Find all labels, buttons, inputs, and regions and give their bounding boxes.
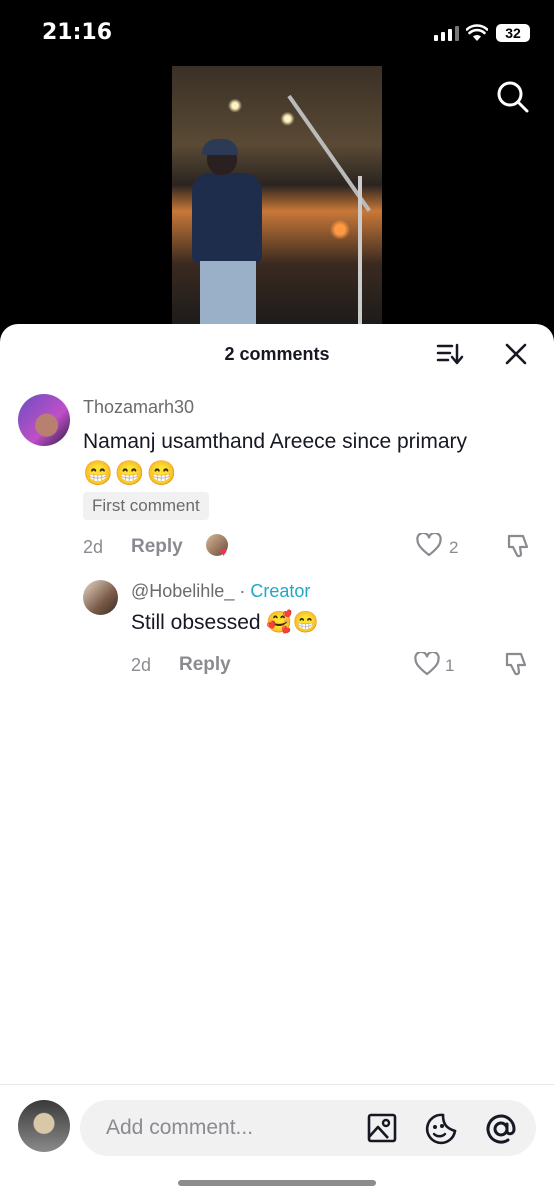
reply-time: 2d <box>131 655 152 675</box>
reply-text: Still obsessed 🥰😁 <box>131 611 319 634</box>
image-icon[interactable] <box>366 1112 398 1144</box>
comment-time: 2d <box>83 537 104 557</box>
home-indicator <box>178 1180 376 1186</box>
comment-body: Namanj usamthand Areece since primary <box>83 430 468 453</box>
reply-button[interactable]: Reply <box>179 654 231 676</box>
reply-button[interactable]: Reply <box>131 536 183 558</box>
emoji-icon[interactable] <box>424 1112 458 1146</box>
first-comment-badge: First comment <box>83 492 209 520</box>
reply-username-line: @Hobelihle_ · Creator <box>131 581 310 602</box>
sort-icon[interactable] <box>436 342 464 366</box>
my-avatar <box>18 1100 70 1152</box>
creator-label: Creator <box>250 581 311 601</box>
avatar[interactable] <box>83 580 118 615</box>
dislike-icon[interactable] <box>505 533 531 559</box>
reply-username[interactable]: @Hobelihle_ <box>131 581 234 601</box>
comment-text: Namanj usamthand Areece since primary 😁😁… <box>83 426 523 491</box>
wifi-icon <box>466 24 488 41</box>
divider <box>0 1084 554 1085</box>
comments-header: 2 comments <box>0 324 554 384</box>
battery-icon: 32 <box>496 24 530 42</box>
status-bar: 21:16 32 <box>0 0 554 66</box>
comments-sheet: 2 comments Thozamarh30 Namanj usamthand … <box>0 324 554 1199</box>
heart-icon[interactable] <box>416 533 442 557</box>
creator-heart-icon: ♥ <box>220 545 228 559</box>
like-count: 2 <box>449 538 459 557</box>
like-count: 1 <box>445 656 455 675</box>
comment-username[interactable]: Thozamarh30 <box>83 397 194 418</box>
close-icon[interactable] <box>504 342 528 366</box>
video-thumbnail[interactable] <box>172 66 382 330</box>
heart-icon[interactable] <box>414 652 440 676</box>
separator: · <box>234 581 251 601</box>
comment-input-placeholder[interactable]: Add comment... <box>106 1116 253 1140</box>
status-time: 21:16 <box>42 20 113 45</box>
avatar[interactable] <box>18 394 70 446</box>
dislike-icon[interactable] <box>503 651 529 677</box>
comment-emojis: 😁😁😁 <box>83 460 179 487</box>
signal-icon <box>434 26 459 41</box>
mention-icon[interactable] <box>484 1112 518 1146</box>
search-icon[interactable] <box>496 80 530 114</box>
comment-input[interactable]: Add comment... <box>80 1100 536 1156</box>
comment-count: 2 comments <box>224 344 330 364</box>
